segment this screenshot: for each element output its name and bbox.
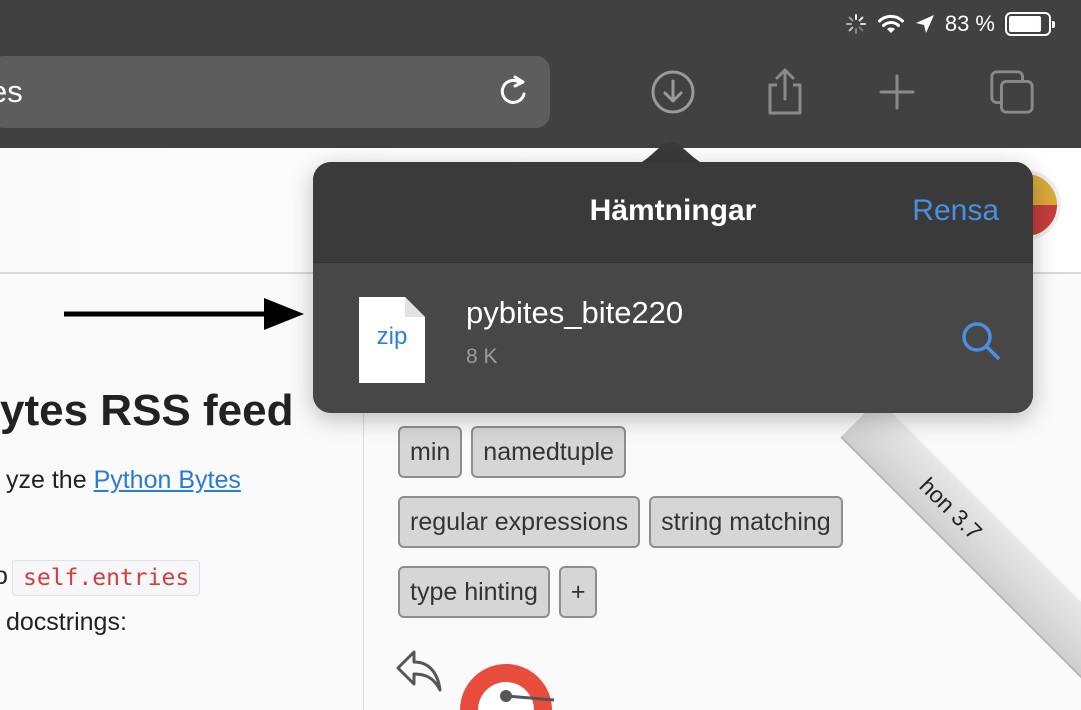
share-icon[interactable] xyxy=(761,68,809,116)
tag-min[interactable]: min xyxy=(398,426,463,478)
downloads-popover: Hämtningar Rensa zip pybites_bite220 8 K xyxy=(313,162,1033,413)
search-icon[interactable] xyxy=(959,319,1003,368)
zip-file-icon: zip xyxy=(359,297,425,383)
file-size: 8 K xyxy=(466,345,498,368)
tag-row: type hinting + xyxy=(398,566,958,618)
battery-icon xyxy=(1005,12,1055,36)
page-paragraph-2: docstrings: xyxy=(6,608,127,636)
tag-list: min namedtuple regular expressions strin… xyxy=(398,426,958,636)
status-bar: 83 % xyxy=(845,10,1055,38)
arrow-right-icon xyxy=(64,294,304,339)
add-tag-button[interactable]: + xyxy=(558,566,598,618)
page-paragraph: yze the Python Bytes xyxy=(6,466,241,495)
new-tab-icon[interactable] xyxy=(873,68,921,116)
code-prefix-text: o xyxy=(0,562,8,590)
activity-spinner-icon xyxy=(845,13,867,35)
tag-string-matching[interactable]: string matching xyxy=(649,496,843,548)
logo-icon xyxy=(458,654,558,710)
paragraph-text: yze the xyxy=(6,466,94,494)
tabs-icon[interactable] xyxy=(988,68,1036,116)
page-title: ytes RSS feed xyxy=(0,386,294,435)
address-bar[interactable]: es xyxy=(0,56,550,128)
browser-toolbar: 83 % es xyxy=(0,0,1081,148)
battery-percent: 83 % xyxy=(944,11,995,36)
tag-type-hinting[interactable]: type hinting xyxy=(398,566,550,618)
reply-icon[interactable] xyxy=(394,648,444,699)
download-item[interactable]: zip pybites_bite220 8 K xyxy=(313,262,1033,413)
wifi-icon xyxy=(877,13,905,35)
tag-regular-expressions[interactable]: regular expressions xyxy=(398,496,641,548)
url-text: es xyxy=(0,74,23,109)
reload-icon[interactable] xyxy=(494,72,534,117)
code-snippet: self.entries xyxy=(12,560,201,596)
file-name: pybites_bite220 xyxy=(466,295,684,330)
clear-button[interactable]: Rensa xyxy=(912,194,999,228)
tag-namedtuple[interactable]: namedtuple xyxy=(471,426,626,478)
download-icon[interactable] xyxy=(649,68,697,116)
popover-header: Hämtningar Rensa xyxy=(313,162,1033,262)
file-extension: zip xyxy=(376,323,408,350)
python-bytes-link[interactable]: Python Bytes xyxy=(94,466,241,494)
tag-row: regular expressions string matching xyxy=(398,496,958,548)
location-icon xyxy=(915,14,935,34)
tag-row: min namedtuple xyxy=(398,426,958,478)
